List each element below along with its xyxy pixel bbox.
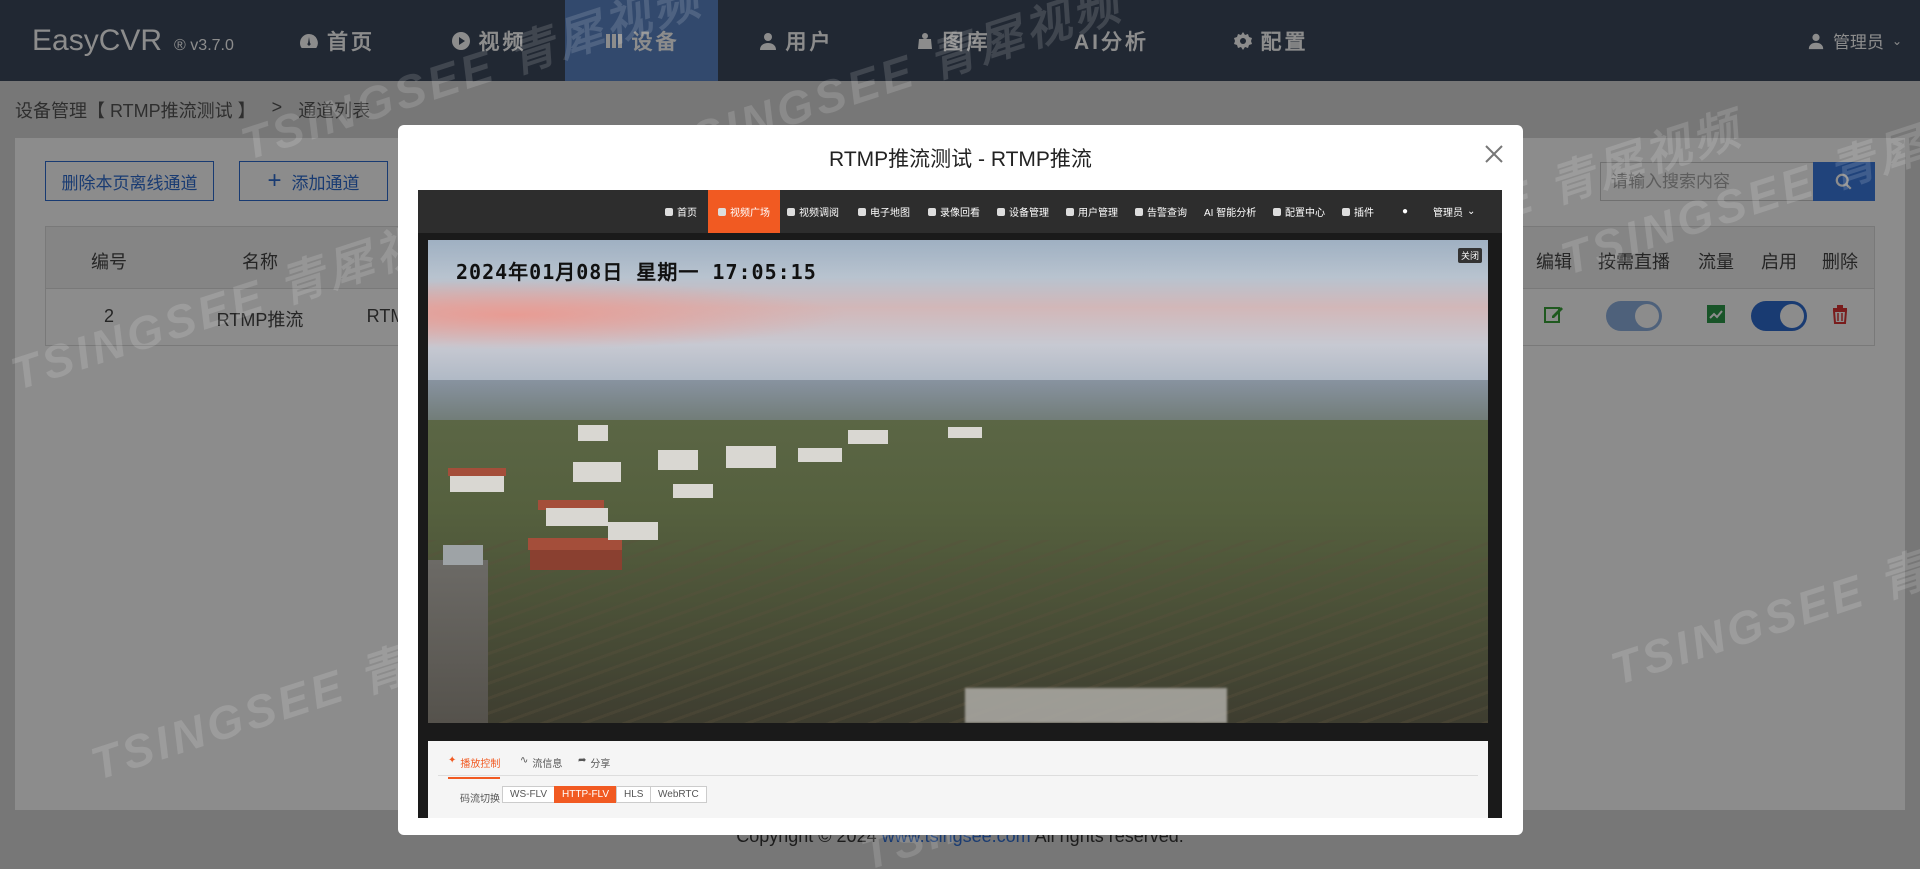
close-icon[interactable] xyxy=(1483,143,1505,165)
house xyxy=(608,522,658,540)
stream-ws-flv-button[interactable]: WS-FLV xyxy=(502,786,556,803)
video-close-button[interactable]: 关闭 xyxy=(1457,248,1482,263)
player-nav-user[interactable]: 用户管理 xyxy=(1066,190,1118,233)
player-nav-alarm[interactable]: 告警查询 xyxy=(1135,190,1187,233)
stream-switch-label: 码流切换 xyxy=(460,794,500,805)
tab-stream-info[interactable]: ∿ 流信息 xyxy=(520,755,562,770)
tab-share[interactable]: ➦ 分享 xyxy=(578,755,610,770)
player-nav-home[interactable]: 首页 xyxy=(665,190,697,233)
stream-http-flv-button[interactable]: HTTP-FLV xyxy=(554,786,618,803)
house xyxy=(578,425,608,441)
player-nav-ai[interactable]: AI 智能分析 xyxy=(1204,190,1256,233)
stream-hls-button[interactable]: HLS xyxy=(616,786,652,803)
player-nav-config[interactable]: 配置中心 xyxy=(1273,190,1325,233)
house xyxy=(848,430,888,444)
house xyxy=(726,446,776,468)
video-road xyxy=(428,560,488,723)
player-nav-video-square[interactable]: 视频广场 xyxy=(708,190,780,233)
share-icon: ➦ xyxy=(578,755,587,766)
player-nav-device[interactable]: 设备管理 xyxy=(997,190,1049,233)
video-stream[interactable]: 2024年01月08日 星期一 17:05:15 关闭 xyxy=(428,240,1488,723)
video-timestamp: 2024年01月08日 星期一 17:05:15 xyxy=(456,260,817,284)
house xyxy=(546,508,608,526)
house xyxy=(658,450,698,470)
video-sunset-glow xyxy=(428,280,848,350)
house xyxy=(948,427,982,438)
preview-modal: RTMP推流测试 - RTMP推流 首页 视频广场 视频调阅 电子地图 录像回看… xyxy=(398,125,1523,835)
player-frame: 首页 视频广场 视频调阅 电子地图 录像回看 设备管理 用户管理 告警查询 AI… xyxy=(418,190,1502,818)
tools-icon: ✦ xyxy=(448,755,457,766)
modal-title: RTMP推流测试 - RTMP推流 xyxy=(829,148,1092,171)
bell-icon[interactable]: ● xyxy=(1402,190,1408,233)
player-nav-user-menu[interactable]: 管理员 ⌄ xyxy=(1433,190,1475,233)
player-navbar: 首页 视频广场 视频调阅 电子地图 录像回看 设备管理 用户管理 告警查询 AI… xyxy=(418,190,1502,233)
stream-webrtc-button[interactable]: WebRTC xyxy=(650,786,707,803)
house xyxy=(530,550,622,570)
player-nav-map[interactable]: 电子地图 xyxy=(858,190,910,233)
tab-divider xyxy=(438,775,1478,776)
player-nav-plugin[interactable]: 插件 xyxy=(1342,190,1374,233)
house xyxy=(573,462,621,482)
blurred-region xyxy=(965,688,1227,723)
video-horizon xyxy=(428,380,1488,425)
pulse-icon: ∿ xyxy=(520,755,529,766)
house xyxy=(798,448,842,462)
house-roof xyxy=(448,468,506,476)
house xyxy=(673,484,713,498)
house xyxy=(450,476,504,492)
player-nav-video-review[interactable]: 视频调阅 xyxy=(787,190,839,233)
greenhouse xyxy=(443,545,483,565)
player-controls: ✦ 播放控制 ∿ 流信息 ➦ 分享 码流切换 WS-FLV HTTP-FLV HLS … xyxy=(428,741,1488,818)
player-nav-playback[interactable]: 录像回看 xyxy=(928,190,980,233)
